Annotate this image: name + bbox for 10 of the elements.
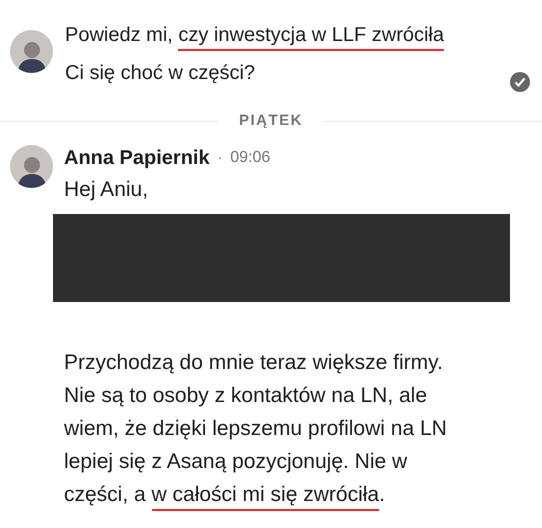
message-text: Przychodzą do mnie teraz większe firmy. Nie są to osoby z kontaktów na LN, ale wiem, że dzięki lepszemu profilowi na LN lepiej się z Asaną pozycjonuję. Nie w części, a w całości mi się zwróciła. (64, 346, 459, 510)
person-silhouette-icon (16, 39, 46, 73)
message-time: 09:06 (230, 148, 270, 168)
avatar[interactable] (10, 30, 53, 73)
message-text: Hej Aniu, (64, 176, 150, 202)
message-text: Powiedz mi, czy inwestycja w LLF zwróciła Ci się choć w części? (65, 23, 445, 86)
separator-dot: · (218, 148, 222, 167)
author-name[interactable]: Anna Papiernik (64, 142, 210, 172)
avatar[interactable] (10, 144, 53, 188)
day-divider-label: PIĄTEK (238, 111, 304, 131)
